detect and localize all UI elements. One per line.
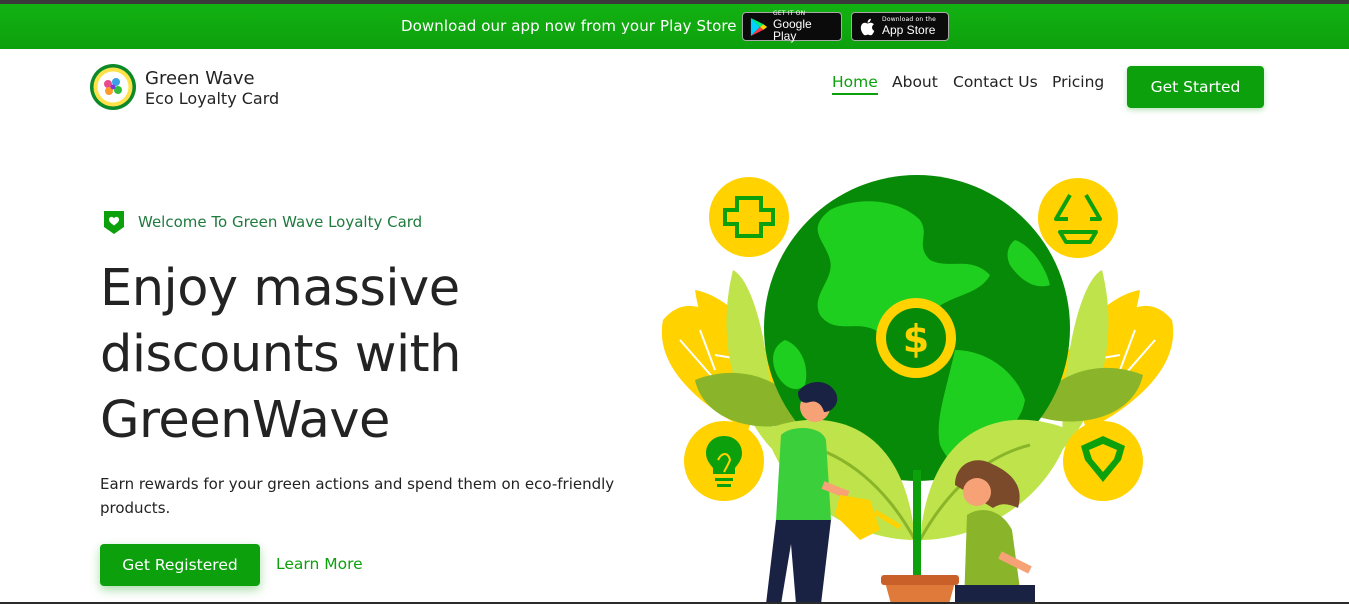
brand-name[interactable]: Green Wave xyxy=(145,68,255,89)
play-store-icon xyxy=(750,17,768,36)
apple-icon xyxy=(860,18,875,35)
nav-contact-us[interactable]: Contact Us xyxy=(953,73,1038,91)
app-store-big-text: App Store xyxy=(882,23,936,37)
hero-title-line-3: GreenWave xyxy=(100,391,390,450)
learn-more-link[interactable]: Learn More xyxy=(276,555,363,573)
medical-cross-icon xyxy=(709,177,789,257)
app-download-banner: Download our app now from your Play Stor… xyxy=(0,4,1349,49)
hero-description: Earn rewards for your green actions and … xyxy=(100,475,615,517)
hero-title: Enjoy massive discounts with GreenWave xyxy=(100,256,620,454)
dollar-coin-icon: $ xyxy=(903,317,929,361)
app-store-badge[interactable]: Download on the App Store xyxy=(851,12,949,41)
get-registered-button[interactable]: Get Registered xyxy=(100,544,260,586)
nav-home[interactable]: Home xyxy=(832,73,878,95)
hero-title-line-1: Enjoy massive xyxy=(100,259,460,318)
nav-about[interactable]: About xyxy=(892,73,938,91)
hero-title-line-2: discounts with xyxy=(100,325,461,384)
nav-pricing[interactable]: Pricing xyxy=(1052,73,1104,91)
hero-illustration: $ xyxy=(661,175,1174,604)
google-play-badge[interactable]: GET IT ON Google Play xyxy=(742,11,842,43)
recycle-icon xyxy=(1038,178,1118,258)
heart-badge-icon xyxy=(104,211,124,234)
site-header: Green Wave Eco Loyalty Card Home About C… xyxy=(0,49,1349,127)
banner-text: Download our app now from your Play Stor… xyxy=(401,17,737,35)
welcome-tagline: Welcome To Green Wave Loyalty Card xyxy=(138,213,423,231)
brand-logo[interactable] xyxy=(89,63,137,111)
google-play-big-text: Google Play xyxy=(773,17,812,43)
get-started-button[interactable]: Get Started xyxy=(1127,66,1264,108)
brand-subtitle: Eco Loyalty Card xyxy=(145,89,280,108)
